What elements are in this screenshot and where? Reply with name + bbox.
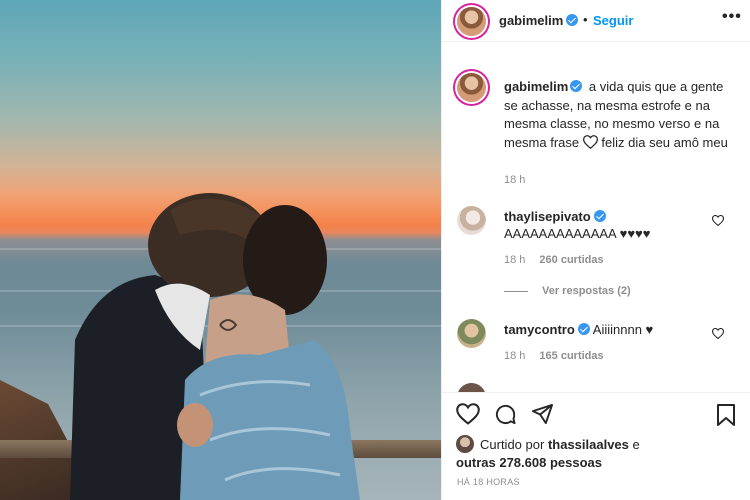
- post-actions-bar: Curtido por thassilaalves e outras 278.6…: [442, 392, 750, 500]
- couple-silhouette: [70, 193, 360, 500]
- comment-time: 18 h: [504, 350, 526, 362]
- heart-icon[interactable]: [456, 403, 480, 425]
- heart-icon: [582, 134, 598, 149]
- caption-avatar[interactable]: [457, 73, 486, 102]
- separator-dot: •: [583, 12, 588, 27]
- comment-time: 18 h: [504, 254, 526, 266]
- caption-text-continued: feliz dia seu amô meu: [601, 134, 728, 150]
- liker-username[interactable]: thassilaalves: [548, 437, 629, 452]
- comment-row: thaylisepivato: [504, 209, 609, 224]
- comment-meta: 18 h 165 curtidas: [504, 350, 604, 362]
- commenter-avatar[interactable]: [457, 383, 486, 392]
- comment-likes-count[interactable]: 260 curtidas: [539, 254, 603, 266]
- view-replies-button[interactable]: Ver respostas (2): [504, 285, 631, 297]
- likes-count-link[interactable]: outras 278.608 pessoas: [456, 455, 602, 470]
- comment-username[interactable]: tamycontro: [504, 322, 575, 337]
- more-options-icon[interactable]: •••: [722, 8, 742, 26]
- caption-timestamp: 18 h: [504, 174, 526, 186]
- view-replies-label: Ver respostas (2): [542, 285, 631, 297]
- caption-username[interactable]: gabimelim: [504, 79, 568, 94]
- follow-button[interactable]: Seguir: [593, 13, 633, 28]
- comment-likes-count[interactable]: 165 curtidas: [539, 350, 603, 362]
- comment-like-heart-icon[interactable]: [712, 328, 724, 339]
- post-header: gabimelim • Seguir •••: [442, 0, 750, 42]
- verified-badge-icon: [566, 14, 578, 26]
- paper-plane-icon[interactable]: [531, 403, 554, 425]
- comment-meta: 18 h 260 curtidas: [504, 254, 604, 266]
- comment-row: tamycontro Aiiiinnnn ♥: [504, 322, 653, 337]
- replies-divider-line: [504, 290, 528, 292]
- comments-section[interactable]: gabimelim a vida quis que a gente se ach…: [442, 43, 750, 392]
- comment-username[interactable]: thaylisepivato: [504, 209, 591, 224]
- post-details-panel: gabimelim • Seguir ••• gabimelim a vida …: [441, 0, 750, 500]
- post-photo[interactable]: [0, 0, 441, 500]
- liked-by-summary: Curtido por thassilaalves e outras 278.6…: [456, 435, 640, 472]
- bookmark-icon[interactable]: [716, 403, 736, 427]
- verified-badge-icon: [577, 323, 590, 335]
- comment-text: Aiiiinnnn ♥: [592, 322, 654, 337]
- comment-icon[interactable]: [494, 403, 517, 426]
- comment-like-heart-icon[interactable]: [712, 215, 724, 226]
- liker-avatar[interactable]: [456, 435, 474, 453]
- author-avatar[interactable]: [457, 7, 486, 36]
- post-timestamp[interactable]: HÁ 18 HORAS: [457, 477, 520, 487]
- comment-text: AAAAAAAAAAAAA ♥♥♥♥: [504, 226, 651, 241]
- commenter-avatar[interactable]: [457, 206, 486, 235]
- verified-badge-icon: [570, 80, 583, 92]
- post-caption: gabimelim a vida quis que a gente se ach…: [504, 78, 734, 152]
- liked-by-connector: e: [632, 437, 640, 452]
- author-username[interactable]: gabimelim: [499, 13, 563, 28]
- commenter-avatar[interactable]: [457, 319, 486, 348]
- liked-by-prefix: Curtido por: [480, 437, 545, 452]
- verified-badge-icon: [593, 210, 606, 222]
